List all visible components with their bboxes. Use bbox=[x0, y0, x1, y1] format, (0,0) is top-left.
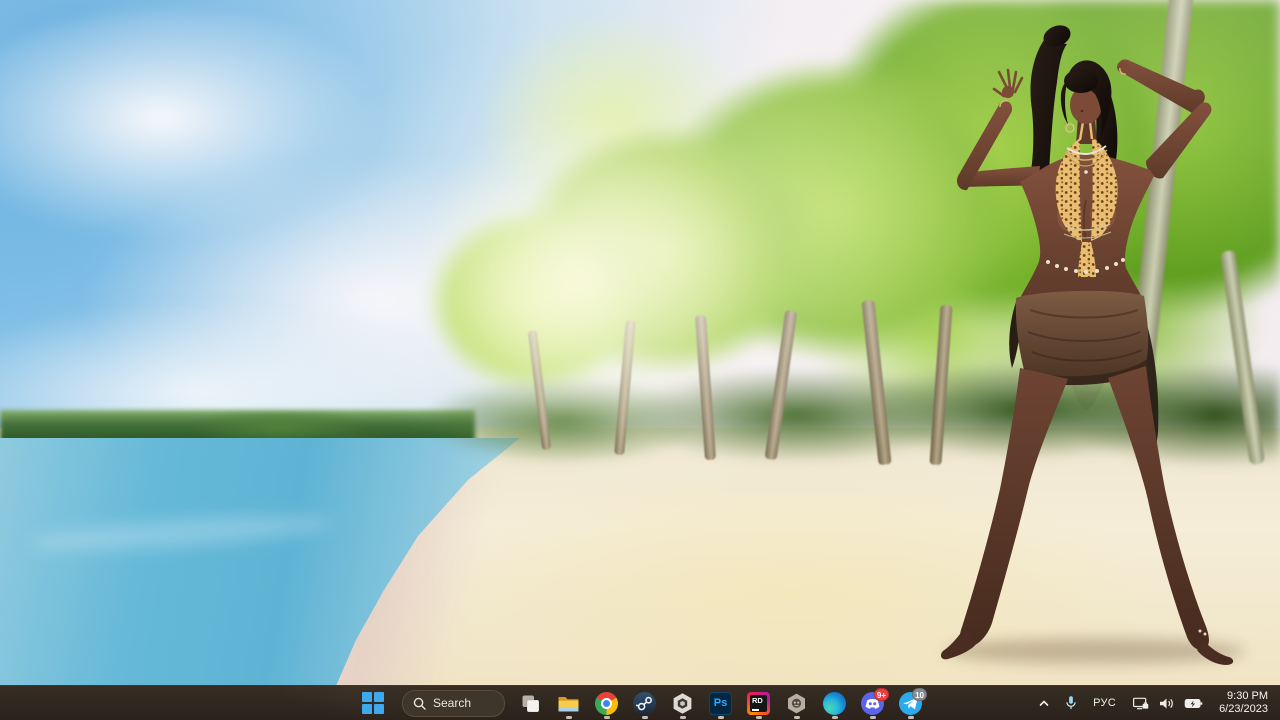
tray-overflow-button[interactable] bbox=[1031, 686, 1057, 720]
search-input[interactable]: Search bbox=[402, 690, 505, 717]
running-indicator bbox=[832, 716, 838, 719]
windows-start-icon bbox=[362, 692, 384, 714]
sun-bloom bbox=[430, 110, 760, 450]
task-view-button[interactable] bbox=[512, 686, 549, 720]
character-right-arm bbox=[1117, 59, 1211, 178]
microphone-indicator-button[interactable] bbox=[1057, 686, 1085, 720]
microphone-icon bbox=[1062, 694, 1080, 712]
edge-icon bbox=[823, 692, 846, 715]
clock-time: 9:30 PM bbox=[1219, 690, 1268, 703]
start-button[interactable] bbox=[351, 686, 395, 720]
hoop-earring bbox=[1066, 124, 1074, 132]
telegram-notification-badge: 10 bbox=[912, 688, 927, 701]
photoshop-glyph: Ps bbox=[714, 697, 727, 709]
photoshop-button[interactable]: Ps bbox=[702, 686, 739, 720]
taskbar-center-group: Search bbox=[351, 686, 929, 720]
character-legs bbox=[941, 366, 1233, 665]
chrome-icon bbox=[595, 692, 618, 715]
language-indicator[interactable]: РУС bbox=[1085, 686, 1124, 720]
chrome-button[interactable] bbox=[588, 686, 625, 720]
discord-button[interactable]: 9+ bbox=[854, 686, 891, 720]
chevron-up-icon bbox=[1036, 695, 1052, 711]
desktop[interactable] bbox=[0, 0, 1280, 720]
unity-hub-icon bbox=[671, 692, 694, 715]
unity-hub-button[interactable] bbox=[664, 686, 701, 720]
system-icons-button[interactable] bbox=[1124, 686, 1211, 720]
volume-icon bbox=[1157, 694, 1176, 713]
task-view-icon bbox=[519, 692, 542, 715]
steam-button[interactable] bbox=[626, 686, 663, 720]
taskbar: Search bbox=[0, 685, 1280, 720]
edge-button[interactable] bbox=[816, 686, 853, 720]
discord-notification-badge: 9+ bbox=[874, 688, 889, 701]
running-indicator bbox=[756, 716, 762, 719]
clock-date: 6/23/2023 bbox=[1219, 703, 1268, 716]
file-explorer-button[interactable] bbox=[550, 686, 587, 720]
search-icon bbox=[413, 697, 426, 710]
search-placeholder: Search bbox=[433, 696, 471, 710]
system-tray: РУС 9:30 PM 6/23/2023 bbox=[1031, 686, 1280, 720]
character-left-arm bbox=[957, 70, 1040, 190]
hexagon-app-icon bbox=[785, 692, 808, 715]
photoshop-icon: Ps bbox=[709, 692, 732, 715]
running-indicator bbox=[642, 716, 648, 719]
running-indicator bbox=[870, 716, 876, 719]
running-indicator bbox=[908, 716, 914, 719]
taskbar-clock[interactable]: 9:30 PM 6/23/2023 bbox=[1211, 690, 1280, 716]
battery-charging-icon bbox=[1183, 694, 1204, 713]
file-explorer-icon bbox=[557, 692, 580, 715]
running-indicator bbox=[604, 716, 610, 719]
steam-icon bbox=[633, 692, 656, 715]
rider-glyph: RD bbox=[752, 696, 763, 705]
running-indicator bbox=[566, 716, 572, 719]
telegram-button[interactable]: 10 bbox=[892, 686, 929, 720]
network-icon bbox=[1131, 694, 1150, 713]
running-indicator bbox=[680, 716, 686, 719]
rider-icon: RD bbox=[747, 692, 770, 715]
wallpaper-character bbox=[920, 10, 1260, 670]
rider-button[interactable]: RD bbox=[740, 686, 777, 720]
hexagon-app-button[interactable] bbox=[778, 686, 815, 720]
running-indicator bbox=[718, 716, 724, 719]
running-indicator bbox=[794, 716, 800, 719]
